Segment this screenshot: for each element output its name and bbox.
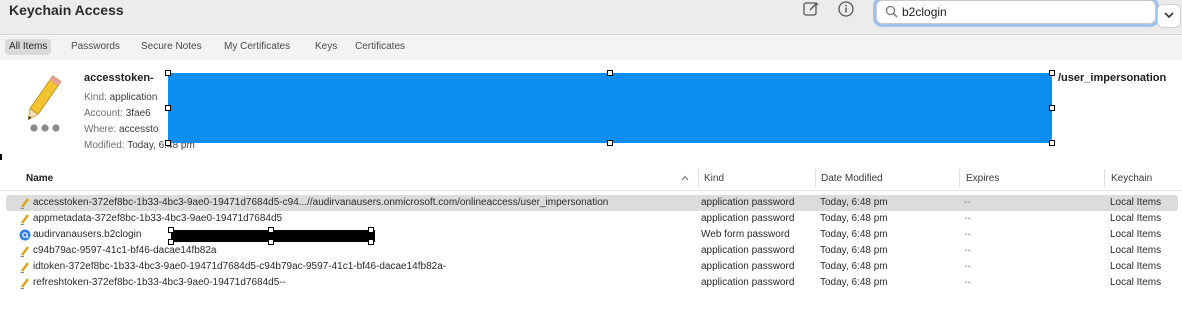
row-keychain: Local Items <box>1110 197 1162 208</box>
table-row[interactable]: audirvanausers.b2clogin Web form passwor… <box>6 227 1178 245</box>
filter-my-certificates[interactable]: My Certificates <box>220 39 294 55</box>
row-date-modified: Today, 6:48 pm <box>820 261 888 272</box>
row-expires: -- <box>964 277 971 288</box>
row-expires: -- <box>964 229 971 240</box>
window-title: Keychain Access <box>9 2 124 18</box>
search-input[interactable] <box>902 3 1142 20</box>
column-header-date-modified[interactable]: Date Modified <box>821 173 883 184</box>
row-date-modified: Today, 6:48 pm <box>820 229 888 240</box>
compose-icon[interactable] <box>802 0 820 18</box>
resize-handle[interactable] <box>165 140 171 146</box>
detail-modified-label: Modified: <box>84 140 125 151</box>
table-row[interactable]: appmetadata-372ef8bc-1b33-4bc3-9ae0-1947… <box>6 211 1178 227</box>
search-icon <box>885 5 898 18</box>
chevron-down-icon <box>1164 12 1174 19</box>
detail-kind-value: application <box>109 92 158 103</box>
resize-handle[interactable] <box>165 70 171 76</box>
column-header-keychain[interactable]: Keychain <box>1111 173 1152 184</box>
item-name: accesstoken- <box>84 72 154 84</box>
row-expires: -- <box>964 213 971 224</box>
pencil-icon <box>20 262 29 273</box>
resize-handle[interactable] <box>1049 105 1055 111</box>
column-divider[interactable] <box>959 169 960 187</box>
row-keychain: Local Items <box>1110 261 1162 272</box>
row-name: c94b79ac-9597-41c1-bf46-dacae14fb82a <box>33 245 217 256</box>
row-kind: application password <box>701 277 795 288</box>
column-header-name[interactable]: Name <box>26 173 53 184</box>
row-date-modified: Today, 6:48 pm <box>820 245 888 256</box>
info-icon[interactable] <box>837 0 855 18</box>
detail-kind: Kind: application <box>84 92 157 103</box>
table-row[interactable]: c94b79ac-9597-41c1-bf46-dacae14fb82a app… <box>6 243 1178 259</box>
table-row[interactable]: idtoken-372ef8bc-1b33-4bc3-9ae0-19471d76… <box>6 259 1178 275</box>
resize-handle[interactable] <box>607 70 613 76</box>
column-header-expires[interactable]: Expires <box>966 173 999 184</box>
table-header: Name Kind Date Modified Expires Keychain <box>0 166 1182 191</box>
row-name: accesstoken-372ef8bc-1b33-4bc3-9ae0-1947… <box>33 197 609 208</box>
filter-secure-notes[interactable]: Secure Notes <box>137 39 206 55</box>
pencil-icon <box>20 214 29 225</box>
row-name: appmetadata-372ef8bc-1b33-4bc3-9ae0-1947… <box>33 213 283 224</box>
row-date-modified: Today, 6:48 pm <box>820 277 888 288</box>
pencil-icon <box>20 246 29 257</box>
resize-handle[interactable] <box>1049 140 1055 146</box>
redaction-box <box>168 73 1052 143</box>
sort-ascending-icon <box>681 175 689 181</box>
table-row[interactable]: accesstoken-372ef8bc-1b33-4bc3-9ae0-1947… <box>6 195 1178 211</box>
row-kind: application password <box>701 261 795 272</box>
filter-certificates[interactable]: Certificates <box>351 39 409 55</box>
pencil-icon <box>27 75 62 132</box>
column-divider[interactable] <box>815 169 816 187</box>
row-kind: application password <box>701 197 795 208</box>
detail-kind-label: Kind: <box>84 92 107 103</box>
row-name: idtoken-372ef8bc-1b33-4bc3-9ae0-19471d76… <box>33 261 447 272</box>
detail-where-label: Where: <box>84 124 117 135</box>
column-divider[interactable] <box>1104 169 1105 187</box>
row-expires: -- <box>964 245 971 256</box>
row-kind: application password <box>701 213 795 224</box>
row-expires: -- <box>964 261 971 272</box>
item-detail-pane: accesstoken- /user_impersonation Kind: a… <box>0 62 1182 164</box>
detail-account-label: Account: <box>84 108 123 119</box>
resize-handle[interactable] <box>1049 70 1055 76</box>
column-divider[interactable] <box>698 169 699 187</box>
row-keychain: Local Items <box>1110 245 1162 256</box>
toolbar: Keychain Access <box>0 0 1182 35</box>
filter-keys[interactable]: Keys <box>311 39 341 55</box>
row-expires: -- <box>964 197 971 208</box>
filter-passwords[interactable]: Passwords <box>67 39 124 55</box>
detail-where-value: accessto <box>119 124 159 135</box>
resize-handle[interactable] <box>268 227 274 233</box>
resize-handle[interactable] <box>607 140 613 146</box>
row-date-modified: Today, 6:48 pm <box>820 197 888 208</box>
row-keychain: Local Items <box>1110 213 1162 224</box>
pencil-icon <box>20 278 29 289</box>
column-header-kind[interactable]: Kind <box>704 173 724 184</box>
resize-handle[interactable] <box>368 227 374 233</box>
table-row[interactable]: refreshtoken-372ef8bc-1b33-4bc3-9ae0-194… <box>6 275 1178 291</box>
at-sign-icon <box>19 229 31 241</box>
detail-account: Account: 3fae6 <box>84 108 151 119</box>
row-name: refreshtoken-372ef8bc-1b33-4bc3-9ae0-194… <box>33 277 286 288</box>
row-date-modified: Today, 6:48 pm <box>820 213 888 224</box>
row-keychain: Local Items <box>1110 229 1162 240</box>
resize-handle[interactable] <box>168 227 174 233</box>
filter-all-items[interactable]: All Items <box>5 39 52 55</box>
row-kind: application password <box>701 245 795 256</box>
search-scope-dropdown[interactable] <box>1157 4 1181 28</box>
row-keychain: Local Items <box>1110 277 1162 288</box>
detail-account-value: 3fae6 <box>125 108 151 119</box>
search-field[interactable] <box>876 0 1156 24</box>
row-kind: Web form password <box>701 229 790 240</box>
resize-handle[interactable] <box>165 105 171 111</box>
edge-marker <box>0 154 2 160</box>
category-filter-bar: All Items Passwords Secure Notes My Cert… <box>0 36 1182 60</box>
detail-where: Where: accessto <box>84 124 158 135</box>
item-name-suffix: /user_impersonation <box>1058 72 1167 84</box>
pencil-icon <box>20 198 29 209</box>
